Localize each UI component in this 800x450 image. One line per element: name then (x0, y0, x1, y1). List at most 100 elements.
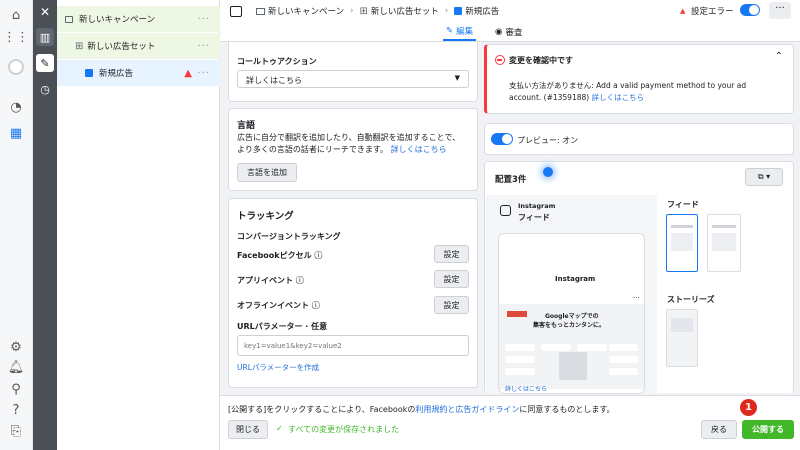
ad-icon (85, 69, 93, 77)
phone-mockup: Instagram ··· Googleマップでの 集客をもっとカンタンに。 詳… (498, 233, 645, 394)
feed-thumbnail-selected[interactable] (666, 214, 698, 272)
tab-edit[interactable]: ✎ 編集 (443, 22, 477, 41)
url-parameters-input[interactable] (237, 335, 469, 356)
breadcrumb-campaign[interactable]: 新しいキャンペーン (268, 5, 344, 17)
saved-status: すべての変更が保存されました (288, 425, 400, 434)
feed-thumbnail[interactable] (707, 214, 741, 272)
more-options-icon[interactable]: ··· (197, 68, 210, 79)
more-options-icon[interactable]: ··· (197, 14, 210, 25)
terms-link[interactable]: 利用規約と広告ガイドライン (415, 405, 519, 414)
more-options-icon[interactable]: ··· (197, 41, 210, 52)
panel-toggle-icon[interactable] (230, 5, 242, 17)
preview-toggle[interactable] (491, 133, 513, 145)
review-message-line2: account. (#1359188) 詳しくはこちら (509, 93, 645, 102)
help-icon[interactable]: ? (7, 401, 25, 419)
history-clock-icon[interactable]: ◷ (36, 80, 54, 98)
chevron-right-icon: › (444, 6, 449, 16)
preview-panel: 配置3件 ⧉ ▾ Instagram フィード Instagram ··· Go… (484, 161, 794, 394)
app-events-label: アプリイベント ⓘ (237, 276, 304, 285)
close-icon[interactable]: ✕ (36, 3, 54, 21)
offline-events-label: オフラインイベント ⓘ (237, 301, 320, 310)
breadcrumb-adset[interactable]: 新しい広告セット (371, 5, 439, 17)
tab-edit-label: 編集 (456, 26, 474, 37)
breadcrumb-ad[interactable]: 新規広告 (465, 5, 499, 17)
edit-pencil-icon[interactable]: ✎ (36, 54, 54, 72)
review-message-line1: 支払い方法がありません: Add a valid payment method … (509, 81, 747, 90)
terms-notice: [公開する]をクリックすることにより、Facebookの利用規約と広告ガイドライ… (228, 405, 615, 414)
tracking-card: トラッキング コンバージョントラッキング Facebookピクセル ⓘ 設定 ア… (228, 198, 478, 388)
settings-icon[interactable]: ⚙ (7, 338, 25, 356)
language-title: 言語 (237, 121, 256, 131)
status-label: 設定エラー (691, 7, 734, 17)
error-circle-icon (495, 55, 505, 65)
app-events-settings-button[interactable]: 設定 (434, 270, 469, 288)
offline-events-settings-button[interactable]: 設定 (434, 296, 469, 314)
apps-grid-icon[interactable]: ⋮⋮ (3, 28, 29, 46)
collapse-chevron-icon[interactable]: ⌃ (775, 51, 783, 62)
cursor-indicator (543, 167, 553, 177)
creative-headline-line1: Googleマップでの (545, 313, 599, 320)
campaign-tree: 新しいキャンペーン ··· ⊞ 新しい広告セット ··· 新規広告 ▲ ··· (57, 0, 220, 450)
info-icon: ⓘ (295, 276, 304, 285)
editor-footer: [公開する]をクリックすることにより、Facebookの利用規約と広告ガイドライ… (220, 395, 800, 450)
instagram-preview: Instagram フィード Instagram ··· Googleマップでの… (486, 195, 657, 394)
language-desc-line1: 広告に自分で翻訳を追加したり、自動翻訳を追加することで、 (237, 133, 461, 142)
editor-tabs: ✎ 編集 ◉ 審査 (220, 22, 800, 42)
more-options-icon[interactable]: ··· (769, 2, 791, 19)
dashboard-icon[interactable]: ◔ (7, 98, 25, 116)
info-icon: ⓘ (314, 251, 323, 260)
mock-learn-more: 詳しくはこちら (505, 386, 548, 393)
report-icon[interactable]: ⎘ (7, 422, 25, 440)
share-preview-button[interactable]: ⧉ ▾ (745, 168, 783, 186)
pixel-settings-button[interactable]: 設定 (434, 245, 469, 263)
tree-adset-row[interactable]: ⊞ 新しい広告セット ··· (57, 33, 220, 59)
adset-grid-icon: ⊞ (75, 40, 84, 52)
build-url-parameter-link[interactable]: URLパラメーターを作成 (237, 362, 319, 373)
ad-icon (454, 7, 463, 15)
pixel-label: Facebookピクセル ⓘ (237, 251, 323, 260)
tab-review[interactable]: ◉ 審査 (492, 22, 525, 41)
conversion-tracking-label: コンバージョントラッキング (237, 232, 341, 241)
tree-adset-label: 新しい広告セット (87, 42, 156, 52)
language-learn-more-link[interactable]: 詳しくはこちら (391, 145, 447, 154)
status-toggle[interactable] (740, 4, 760, 16)
cta-select[interactable]: 詳しくはこちら ▼ (237, 70, 469, 88)
account-avatar[interactable] (7, 58, 25, 76)
eye-icon: ◉ (495, 26, 503, 37)
tree-ad-label: 新規広告 (99, 69, 134, 79)
cta-select-value: 詳しくはこちら (246, 76, 302, 85)
brand-logo (507, 311, 527, 317)
chart-icon[interactable]: ▥ (36, 28, 54, 46)
instagram-label: Instagram (518, 202, 556, 210)
ads-manager-table-icon[interactable]: ▦ (7, 124, 25, 142)
folder-icon (65, 15, 73, 23)
cta-card: コールトゥアクション 詳しくはこちら ▼ (228, 42, 478, 102)
review-status-card: 変更を確認中です ⌃ 支払い方法がありません: Add a valid paym… (484, 44, 794, 114)
url-parameters-label: URLパラメーター · 任意 (237, 322, 328, 331)
cta-title: コールトゥアクション (237, 57, 317, 66)
step-number-badge: 1 (740, 399, 757, 416)
close-button[interactable]: 閉じる (228, 420, 268, 439)
more-options-icon: ··· (633, 294, 640, 302)
caret-down-icon: ▼ (454, 74, 460, 82)
saved-check-icon: ✓ (276, 424, 283, 433)
error-triangle-icon: ▲ (680, 7, 686, 15)
tree-ad-row[interactable]: 新規広告 ▲ ··· (57, 60, 220, 86)
home-icon[interactable]: ⌂ (7, 6, 25, 24)
pencil-icon: ✎ (446, 25, 454, 36)
notifications-icon[interactable]: 🔔︎ (7, 358, 25, 376)
back-button[interactable]: 戻る (701, 420, 737, 439)
review-learn-more-link[interactable]: 詳しくはこちら (592, 93, 645, 102)
publish-button[interactable]: 公開する (742, 420, 794, 439)
stories-thumbnail[interactable] (666, 309, 698, 367)
preview-toggle-bar: プレビュー: オン (484, 123, 794, 155)
tree-campaign-row[interactable]: 新しいキャンペーン ··· (57, 6, 220, 32)
language-desc-line2: より多くの言語の話者にリーチできます。 詳しくはこちら (237, 145, 447, 154)
language-card: 言語 広告に自分で翻訳を追加したり、自動翻訳を追加することで、 より多くの言語の… (228, 108, 478, 191)
add-language-button[interactable]: 言語を追加 (237, 163, 297, 182)
search-icon[interactable]: ⚲ (7, 380, 25, 398)
tracking-title: トラッキング (237, 211, 294, 222)
placements-count: 配置3件 (495, 175, 527, 185)
instagram-feed-label: フィード (518, 213, 550, 222)
tab-review-label: 審査 (505, 27, 523, 38)
